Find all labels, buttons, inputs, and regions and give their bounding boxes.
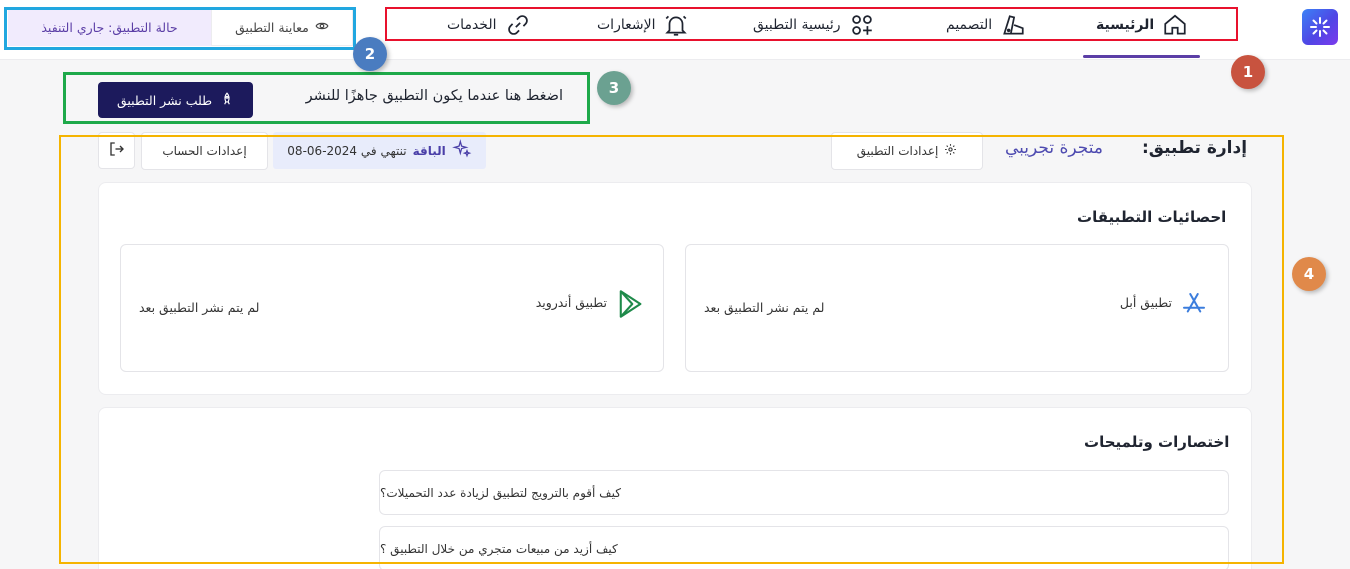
annotation-badge-3: 3 [597, 71, 631, 105]
annotation-box-nav [385, 7, 1238, 41]
logo-icon [1310, 17, 1330, 37]
nav-active-indicator [1083, 55, 1200, 58]
annotation-box-preview [4, 7, 356, 50]
annotation-badge-2: 2 [353, 37, 387, 71]
annotation-badge-4: 4 [1292, 257, 1326, 291]
app-logo[interactable] [1302, 9, 1338, 45]
annotation-box-publish [63, 72, 590, 124]
annotation-badge-1: 1 [1231, 55, 1265, 89]
annotation-box-dashboard [59, 135, 1284, 564]
